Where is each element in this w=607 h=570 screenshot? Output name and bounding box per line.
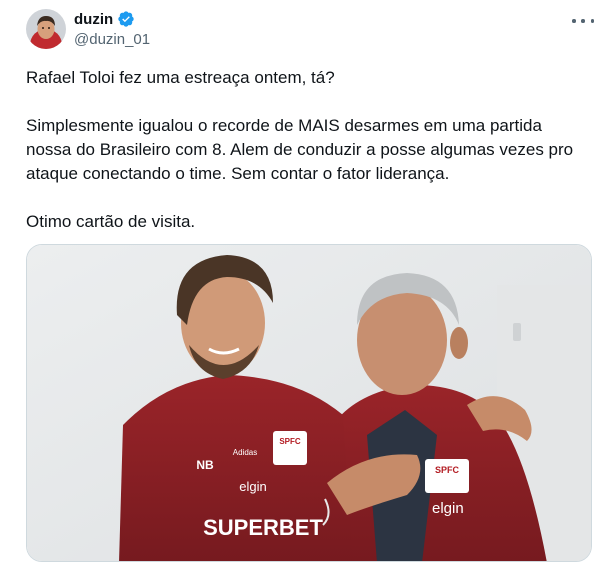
tweet-card: duzin @duzin_01 Rafael Toloi fez uma est…	[0, 0, 607, 570]
tweet-paragraph: Simplesmente igualou o recorde de MAIS d…	[26, 116, 574, 183]
verified-badge-icon	[117, 10, 135, 28]
jersey-left-brand: Adidas	[233, 448, 257, 457]
avatar-image	[26, 9, 66, 49]
display-name[interactable]: duzin	[74, 11, 113, 28]
avatar[interactable]	[26, 9, 66, 49]
dot	[590, 19, 594, 23]
jersey-left-crest: SPFC	[279, 437, 301, 446]
more-options-icon[interactable]	[572, 12, 594, 30]
tweet-photo[interactable]: SPFC elgin SPFC Adidas NB elgin SUPERBET	[26, 244, 592, 562]
jersey-left-nb: NB	[196, 458, 214, 472]
dot	[572, 19, 576, 23]
tweet-paragraph: Rafael Toloi fez uma estreaça ontem, tá?	[26, 68, 335, 87]
jersey-left-sponsor: SUPERBET	[203, 515, 323, 540]
photo-illustration: SPFC elgin SPFC Adidas NB elgin SUPERBET	[27, 245, 591, 561]
jersey-left-sponsor-small: elgin	[239, 479, 266, 494]
author-handle[interactable]: @duzin_01	[74, 31, 150, 48]
tweet-text: Rafael Toloi fez uma estreaça ontem, tá?…	[26, 66, 586, 234]
dot	[581, 19, 585, 23]
jersey-right-sponsor: elgin	[432, 500, 464, 517]
tweet-paragraph: Otimo cartão de visita.	[26, 212, 196, 231]
jersey-right-crest: SPFC	[435, 465, 460, 475]
author-name-row[interactable]: duzin	[74, 10, 135, 28]
